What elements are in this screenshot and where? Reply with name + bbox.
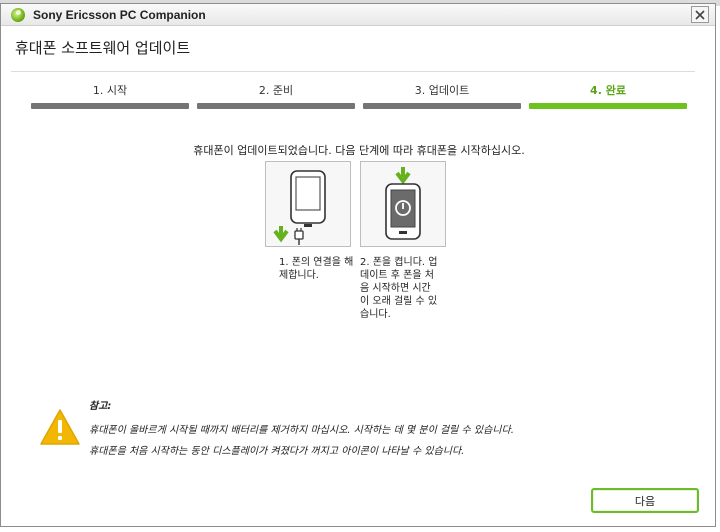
page-title: 휴대폰 소프트웨어 업데이트 (15, 39, 191, 57)
next-button[interactable]: 다음 (591, 488, 699, 513)
step-label: 2. 준비 (258, 84, 294, 97)
pc-companion-window: Sony Ericsson PC Companion 휴대폰 소프트웨어 업데이… (0, 3, 716, 527)
close-icon (695, 9, 705, 20)
note-line-display: 휴대폰을 처음 시작하는 동안 디스플레이가 켜졌다가 꺼지고 아이콘이 나타날… (89, 446, 465, 457)
step-label: 1. 시작 (92, 84, 128, 97)
step-bar (363, 103, 521, 109)
step-start: 1. 시작 (31, 82, 189, 112)
step-card-power-on (360, 161, 446, 247)
step-bar (31, 103, 189, 109)
step-card-unplug (265, 161, 351, 247)
step-card-text-power-on: 2. 폰을 켭니다. 업 데이트 후 폰을 처 음 시작하면 시간 이 오래 걸… (360, 257, 438, 320)
progress-steps: 1. 시작 2. 준비 3. 업데이트 4. 완료 (31, 82, 687, 112)
step-bar-active (529, 103, 687, 109)
phone-power-icon (385, 167, 421, 240)
warning-icon (40, 409, 80, 445)
close-button[interactable] (691, 6, 709, 23)
step-label: 4. 완료 (590, 84, 626, 97)
step-complete: 4. 완료 (529, 82, 687, 112)
note-line-battery: 휴대폰이 올바르게 시작될 때까지 배터리를 제거하지 마십시오. 시작하는 데… (89, 425, 514, 436)
window-title: Sony Ericsson PC Companion (33, 8, 206, 22)
step-bar (197, 103, 355, 109)
sony-ericsson-logo-icon (11, 8, 25, 22)
step-label: 3. 업데이트 (414, 84, 470, 97)
note-title: 참고: (89, 401, 112, 412)
step-prepare: 2. 준비 (197, 82, 355, 112)
header-divider (11, 71, 695, 72)
step-card-text-unplug: 1. 폰의 연결을 해 제합니다. (279, 257, 354, 281)
title-bar: Sony Ericsson PC Companion (1, 4, 715, 26)
step-update: 3. 업데이트 (363, 82, 521, 112)
phone-unplug-icon (273, 170, 326, 245)
instruction-text: 휴대폰이 업데이트되었습니다. 다음 단계에 따라 휴대폰을 시작하십시오. (193, 144, 525, 157)
